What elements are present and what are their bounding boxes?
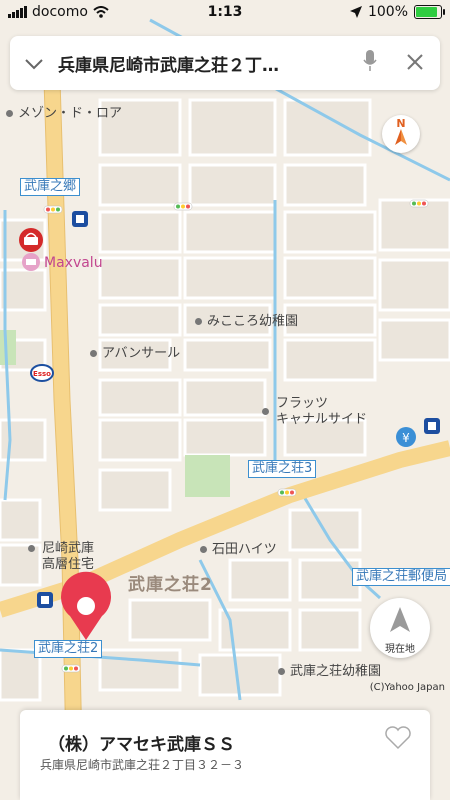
poi-flats-line2: キャナルサイド bbox=[276, 412, 368, 427]
clear-search-button[interactable] bbox=[390, 49, 440, 77]
search-bar[interactable]: 兵庫県尼崎市武庫之荘２丁… bbox=[10, 36, 440, 90]
place-name: （株）アマセキ武庫ＳＳ bbox=[48, 735, 235, 755]
map-view[interactable]: ¥ Esso メゾン・ド・ロア 武庫之郷 Maxvalu みこころ幼稚園 アバン… bbox=[0, 0, 450, 800]
close-icon bbox=[407, 54, 423, 70]
heart-icon bbox=[385, 726, 411, 750]
battery-icon bbox=[414, 5, 445, 19]
poi-flats[interactable]: フラッツ キャナルサイド bbox=[262, 396, 367, 428]
poi-kindergarten[interactable]: 武庫之荘幼稚園 bbox=[278, 660, 381, 679]
store-label-maxvalu[interactable]: Maxvalu bbox=[44, 255, 103, 271]
voice-search-button[interactable] bbox=[350, 50, 390, 76]
poi-maison[interactable]: メゾン・ド・ロア bbox=[6, 102, 122, 121]
chevron-down-icon bbox=[25, 58, 43, 69]
compass-button[interactable]: N bbox=[382, 115, 420, 153]
svg-text:¥: ¥ bbox=[402, 431, 410, 445]
poi-avansarl[interactable]: アバンサール bbox=[90, 342, 180, 361]
microphone-icon bbox=[363, 50, 377, 71]
favorite-button[interactable] bbox=[384, 726, 412, 754]
poi-flats-line1: フラッツ bbox=[276, 396, 329, 411]
poi-ishida[interactable]: 石田ハイツ bbox=[200, 538, 277, 557]
map-copyright: (C)Yahoo Japan bbox=[369, 682, 445, 693]
place-card[interactable]: （株）アマセキ武庫ＳＳ 兵庫県尼崎市武庫之荘２丁目３２－３ bbox=[20, 710, 430, 800]
poi-amagasaki-muko[interactable]: 尼崎武庫 高層住宅 bbox=[28, 541, 94, 573]
search-query[interactable]: 兵庫県尼崎市武庫之荘２丁… bbox=[58, 51, 350, 76]
compass-needle-icon bbox=[395, 129, 407, 145]
location-arrow-icon bbox=[390, 607, 410, 632]
station-label-mukonoso2[interactable]: 武庫之荘2 bbox=[34, 640, 103, 658]
svg-text:Esso: Esso bbox=[33, 370, 51, 378]
poi-mikokoro[interactable]: みこころ幼稚園 bbox=[195, 310, 298, 329]
place-address: 兵庫県尼崎市武庫之荘２丁目３２－３ bbox=[40, 758, 245, 772]
current-location-label: 現在地 bbox=[385, 644, 415, 655]
bank-icon: ¥ bbox=[396, 427, 416, 447]
poi-amagasaki-line2: 高層住宅 bbox=[42, 557, 95, 572]
location-services-icon bbox=[349, 6, 362, 18]
status-right: 100% bbox=[349, 4, 445, 20]
area-label: 武庫之荘2 bbox=[128, 575, 213, 595]
station-label-mukonoso3[interactable]: 武庫之荘3 bbox=[248, 460, 317, 478]
station-label-mukonosato[interactable]: 武庫之郷 bbox=[20, 178, 81, 196]
gas-station-icon: Esso bbox=[30, 364, 54, 382]
compass-north-label: N bbox=[396, 117, 406, 130]
current-location-button[interactable]: 現在地 bbox=[370, 598, 430, 658]
collapse-button[interactable] bbox=[10, 51, 58, 76]
battery-percent: 100% bbox=[367, 4, 408, 20]
poi-amagasaki-line1: 尼崎武庫 bbox=[42, 541, 95, 556]
status-bar: docomo 1:13 100% bbox=[0, 0, 450, 26]
station-label-post-office[interactable]: 武庫之荘郵便局 bbox=[352, 568, 450, 586]
